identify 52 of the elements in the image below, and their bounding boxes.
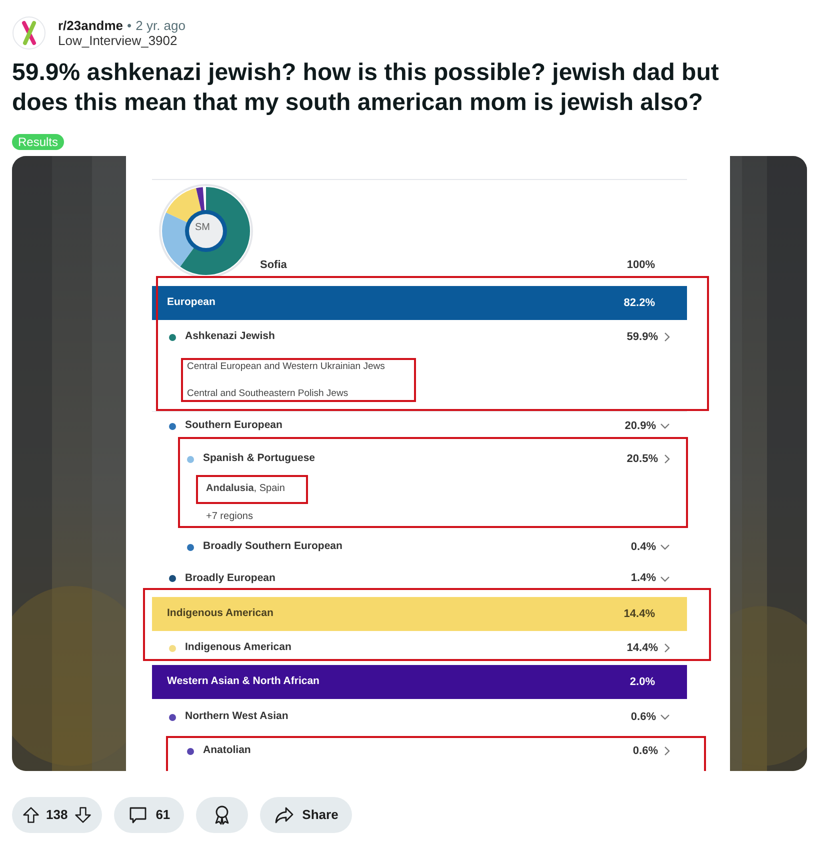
- population-label: Broadly European: [185, 570, 276, 586]
- share-arrow-icon: [274, 805, 294, 825]
- chevron-right-icon[interactable]: [664, 746, 670, 756]
- post-title: 59.9% ashkenazi jewish? how is this possible? jewish dad but does this mean that my south american mom is jewish also?: [12, 58, 720, 118]
- downvote-icon[interactable]: [74, 806, 92, 824]
- region-label: Central and Southeastern Polish Jews: [187, 386, 348, 401]
- section-label: Western Asian & North African: [167, 674, 320, 690]
- population-label: Southern European: [185, 418, 284, 434]
- population-percent: 1.4%: [630, 571, 656, 586]
- comment-icon: [128, 805, 148, 825]
- author-link[interactable]: Low_Interview_3902: [58, 33, 186, 48]
- section-percent: 82.2%: [624, 296, 655, 311]
- region-label: Central European and Western Ukrainian Jews: [187, 360, 385, 374]
- population-label: Broadly Southern European: [203, 539, 344, 554]
- subreddit-avatar-icon[interactable]: [12, 16, 46, 50]
- population-label: Anatolian: [203, 743, 252, 758]
- chevron-down-icon[interactable]: [660, 714, 670, 720]
- award-button[interactable]: [196, 797, 248, 833]
- chevron-right-icon[interactable]: [664, 643, 670, 653]
- section-percent: 2.0%: [630, 674, 655, 690]
- profile-name: Sofia: [260, 258, 287, 272]
- subreddit-link[interactable]: r/23andme: [58, 18, 124, 33]
- population-label: Spanish & Portuguese: [203, 451, 316, 466]
- vote-count: 138: [46, 806, 68, 824]
- population-percent: 0.4%: [630, 540, 656, 555]
- share-button[interactable]: Share: [260, 797, 352, 833]
- upvote-icon[interactable]: [22, 806, 40, 824]
- chevron-right-icon[interactable]: [664, 332, 670, 342]
- population-label: Indigenous American: [185, 640, 292, 656]
- population-percent: 0.6%: [630, 710, 656, 725]
- population-percent: 20.5%: [626, 452, 658, 467]
- bullet-separator: •: [127, 18, 132, 33]
- population-percent: 0.6%: [632, 744, 658, 759]
- population-percent: 20.9%: [624, 418, 656, 434]
- comments-button[interactable]: 61: [114, 797, 184, 833]
- population-label: Northern West Asian: [185, 709, 290, 724]
- population-percent: 59.9%: [626, 330, 658, 345]
- chevron-down-icon[interactable]: [660, 423, 670, 429]
- population-percent: 14.4%: [626, 640, 658, 656]
- flair-tag: Results: [12, 134, 64, 150]
- population-label: Ashkenazi Jewish: [185, 329, 276, 344]
- chevron-down-icon[interactable]: [660, 544, 670, 550]
- chevron-right-icon[interactable]: [664, 454, 670, 464]
- region-label: Andalusia, Spain: [206, 482, 285, 496]
- post-time: 2 yr. ago: [136, 18, 186, 33]
- section-label: Indigenous American: [167, 606, 274, 622]
- avatar-initials: SM: [195, 221, 210, 235]
- chevron-down-icon[interactable]: [660, 576, 670, 582]
- more-regions-link[interactable]: +7 regions: [206, 508, 253, 524]
- total-percent: 100%: [626, 258, 655, 272]
- section-percent: 14.4%: [624, 606, 655, 622]
- section-label: European: [167, 295, 216, 310]
